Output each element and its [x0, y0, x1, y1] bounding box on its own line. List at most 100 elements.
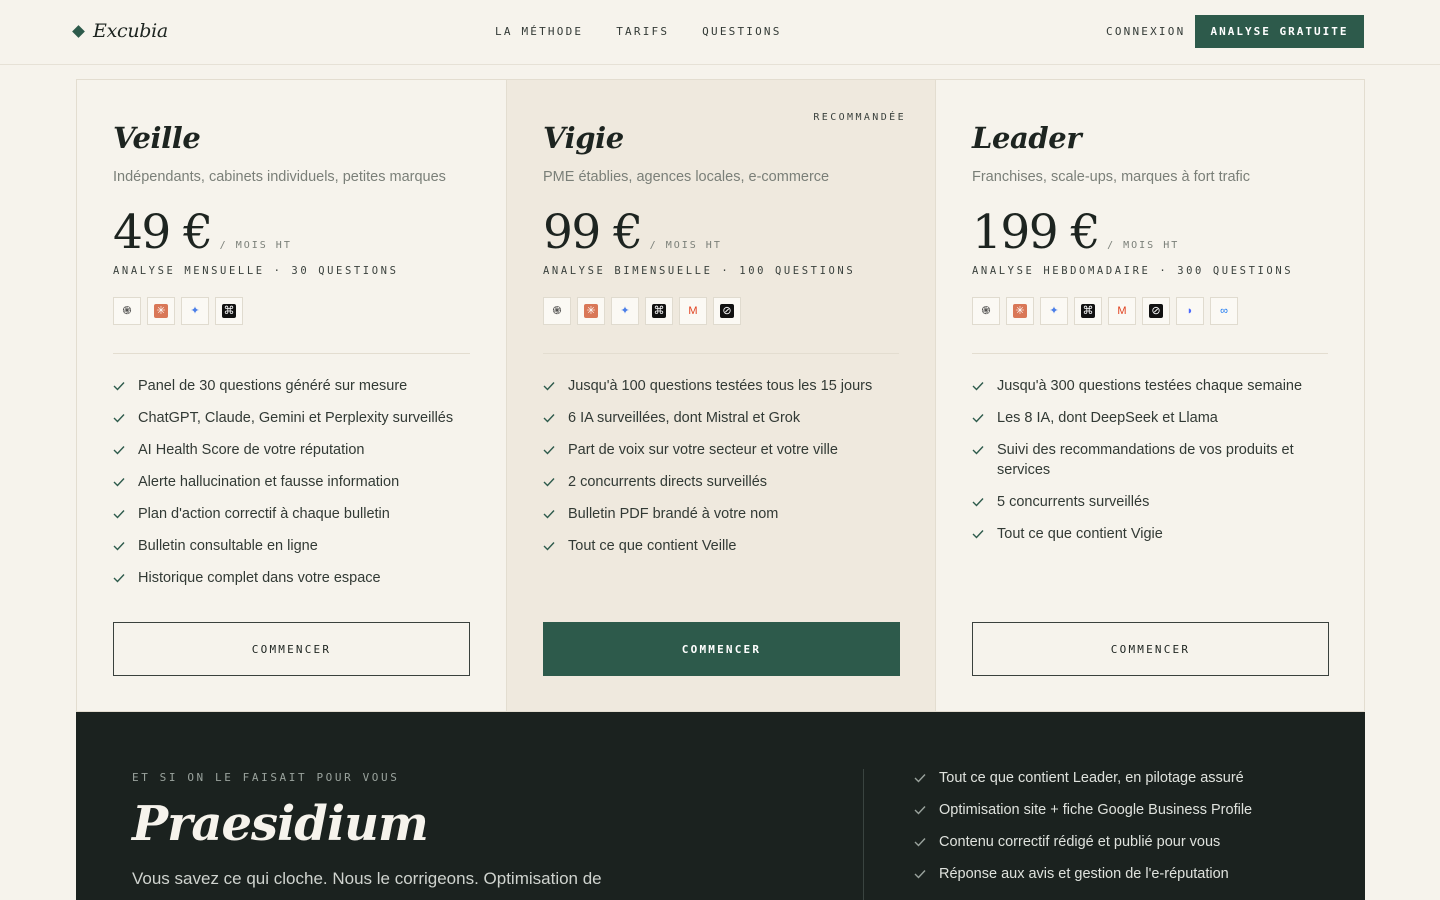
check-icon — [543, 536, 557, 556]
start-button[interactable]: COMMENCER — [972, 622, 1329, 676]
feature-text: Suivi des recommandations de vos produit… — [997, 442, 1294, 478]
feature-text: ChatGPT, Claude, Gemini et Perplexity su… — [138, 410, 454, 426]
check-icon — [543, 408, 557, 428]
check-icon — [972, 408, 986, 428]
mistral-icon: M — [679, 297, 707, 325]
feature-text: Tout ce que contient Vigie — [997, 526, 1163, 542]
plan-price: 49 € — [113, 205, 213, 260]
section-eyebrow: ET SI ON LE FAISAIT POUR VOUS — [132, 771, 400, 784]
feature-item: Suivi des recommandations de vos produit… — [972, 440, 1328, 480]
plan-card-leader: Leader Franchises, scale-ups, marques à … — [935, 80, 1364, 711]
check-icon — [543, 376, 557, 396]
top-nav: Excubia LA MÉTHODE TARIFS QUESTIONS CONN… — [0, 0, 1440, 65]
claude-icon: ✳ — [577, 297, 605, 325]
plan-frequency: ANALYSE HEBDOMADAIRE · 300 QUESTIONS — [972, 265, 1294, 277]
section-lede: Vous savez ce qui cloche. Nous le corrig… — [132, 869, 602, 888]
perplexity-icon: ⌘ — [1074, 297, 1102, 325]
feature-text: 6 IA surveillées, dont Mistral et Grok — [568, 410, 801, 426]
check-icon — [113, 568, 127, 588]
check-icon — [113, 440, 127, 460]
claude-icon: ✳ — [1006, 297, 1034, 325]
praesidium-feature-list: Tout ce que contient Leader, en pilotage… — [914, 768, 1252, 896]
feature-item: AI Health Score de votre réputation — [113, 440, 470, 460]
plan-title: Vigie — [543, 121, 624, 155]
meta-llama-icon: ∞ — [1210, 297, 1238, 325]
feature-text: Jusqu'à 300 questions testées chaque sem… — [997, 378, 1303, 394]
feature-text: Bulletin PDF brandé à votre nom — [568, 506, 779, 522]
pricing-cards: Veille Indépendants, cabinets individuel… — [76, 79, 1365, 712]
feature-item: Optimisation site + fiche Google Busines… — [914, 800, 1252, 820]
feature-item: 5 concurrents surveillés — [972, 492, 1328, 512]
feature-item: Bulletin PDF brandé à votre nom — [543, 504, 899, 524]
feature-text: Panel de 30 questions généré sur mesure — [138, 378, 408, 394]
plan-card-vigie: RECOMMANDÉE Vigie PME établies, agences … — [506, 80, 935, 711]
price-period: / MOIS HT — [649, 240, 722, 251]
deepseek-icon: ◗ — [1176, 297, 1204, 325]
check-icon — [113, 536, 127, 556]
feature-item: Plan d'action correctif à chaque bulleti… — [113, 504, 470, 524]
nav-link-questions[interactable]: QUESTIONS — [702, 25, 781, 38]
divider — [543, 353, 899, 354]
feature-text: Plan d'action correctif à chaque bulleti… — [138, 506, 390, 522]
gemini-icon: ✦ — [181, 297, 209, 325]
plan-subtitle: Franchises, scale-ups, marques à fort tr… — [972, 169, 1251, 185]
feature-item: Jusqu'à 100 questions testées tous les 1… — [543, 376, 899, 396]
plan-price: 99 € — [543, 205, 643, 260]
feature-item: Panel de 30 questions généré sur mesure — [113, 376, 470, 396]
check-icon — [972, 524, 986, 544]
check-icon — [972, 376, 986, 396]
feature-text: Les 8 IA, dont DeepSeek et Llama — [997, 410, 1218, 426]
chatgpt-icon: ֍ — [543, 297, 571, 325]
check-icon — [543, 472, 557, 492]
nav-link-tarifs[interactable]: TARIFS — [616, 25, 669, 38]
diamond-icon — [72, 24, 85, 38]
free-analysis-button[interactable]: ANALYSE GRATUITE — [1195, 15, 1364, 48]
check-icon — [113, 504, 127, 524]
feature-item: 6 IA surveillées, dont Mistral et Grok — [543, 408, 899, 428]
section-title: Praesidium — [132, 796, 429, 852]
feature-list: Jusqu'à 300 questions testées chaque sem… — [972, 376, 1328, 544]
claude-icon: ✳ — [147, 297, 175, 325]
recommended-badge: RECOMMANDÉE — [813, 112, 906, 123]
feature-item: Part de voix sur votre secteur et votre … — [543, 440, 899, 460]
feature-item: ChatGPT, Claude, Gemini et Perplexity su… — [113, 408, 470, 428]
feature-item: Jusqu'à 300 questions testées chaque sem… — [972, 376, 1328, 396]
feature-text: Tout ce que contient Leader, en pilotage… — [939, 770, 1244, 786]
feature-item: Tout ce que contient Leader, en pilotage… — [914, 768, 1252, 788]
nav-link-methode[interactable]: LA MÉTHODE — [495, 25, 583, 38]
feature-list: Jusqu'à 100 questions testées tous les 1… — [543, 376, 899, 556]
check-icon — [914, 800, 928, 820]
plan-card-veille: Veille Indépendants, cabinets individuel… — [77, 80, 506, 711]
feature-item: Alerte hallucination et fausse informati… — [113, 472, 470, 492]
plan-frequency: ANALYSE MENSUELLE · 30 QUESTIONS — [113, 265, 399, 277]
check-icon — [543, 504, 557, 524]
divider — [113, 353, 470, 354]
ai-icons: ֍ ✳ ✦ ⌘ — [113, 297, 470, 325]
feature-list: Panel de 30 questions généré sur mesure C… — [113, 376, 470, 588]
check-icon — [972, 492, 986, 512]
start-button[interactable]: COMMENCER — [543, 622, 900, 676]
login-link[interactable]: CONNEXION — [1106, 25, 1185, 38]
brand-logo[interactable]: Excubia — [72, 20, 168, 42]
check-icon — [113, 408, 127, 428]
feature-item: Réponse aux avis et gestion de l'e-réput… — [914, 864, 1252, 884]
feature-text: Historique complet dans votre espace — [138, 570, 381, 586]
feature-text: Contenu correctif rédigé et publié pour … — [939, 834, 1221, 850]
chatgpt-icon: ֍ — [972, 297, 1000, 325]
check-icon — [914, 832, 928, 852]
feature-text: Jusqu'à 100 questions testées tous les 1… — [568, 378, 873, 394]
check-icon — [113, 472, 127, 492]
start-button[interactable]: COMMENCER — [113, 622, 470, 676]
feature-text: Part de voix sur votre secteur et votre … — [568, 442, 838, 458]
feature-item: Historique complet dans votre espace — [113, 568, 470, 588]
feature-text: Bulletin consultable en ligne — [138, 538, 318, 554]
plan-title: Veille — [113, 121, 201, 155]
feature-item: Tout ce que contient Veille — [543, 536, 899, 556]
feature-item: Tout ce que contient Vigie — [972, 524, 1328, 544]
gemini-icon: ✦ — [1040, 297, 1068, 325]
gemini-icon: ✦ — [611, 297, 639, 325]
nav-links: LA MÉTHODE TARIFS QUESTIONS — [495, 25, 782, 38]
check-icon — [914, 768, 928, 788]
ai-icons: ֍ ✳ ✦ ⌘ M ⊘ ◗ ∞ — [972, 297, 1328, 325]
plan-title: Leader — [972, 121, 1082, 155]
